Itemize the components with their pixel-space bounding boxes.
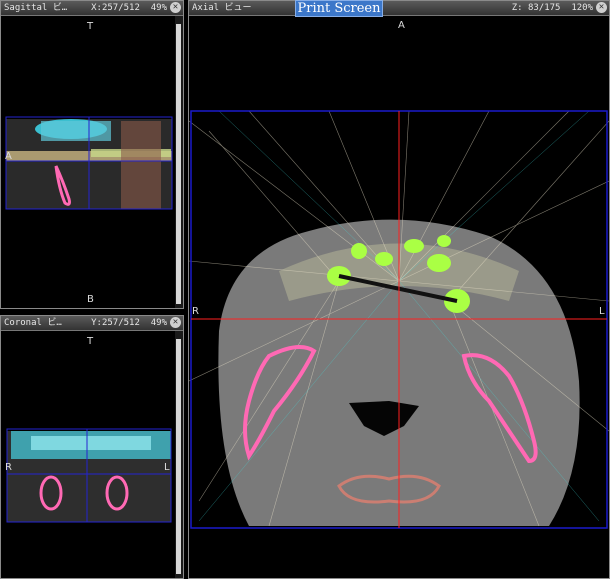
coronal-label-top: T bbox=[87, 336, 94, 347]
sagittal-label-top: T bbox=[87, 21, 94, 32]
coronal-image bbox=[6, 428, 172, 523]
sagittal-label-left: A bbox=[5, 151, 12, 162]
axial-view[interactable]: Axial ビュー Z: 83/175 120% ✕ A R L bbox=[188, 0, 610, 579]
coronal-view[interactable]: Coronal ビ… Y:257/512 49% ✕ T R L bbox=[0, 315, 184, 579]
axial-label-top: A bbox=[398, 20, 405, 31]
coronal-scroll-thumb[interactable] bbox=[176, 339, 181, 574]
print-screen-button[interactable]: Print Screen bbox=[295, 0, 383, 17]
axial-label-left: R bbox=[192, 306, 199, 317]
coronal-scrollbar[interactable] bbox=[175, 331, 183, 578]
coronal-label-right: L bbox=[164, 462, 170, 473]
sagittal-image bbox=[5, 116, 173, 210]
sagittal-view[interactable]: Sagittal ビ… X:257/512 49% ✕ T B A bbox=[0, 0, 184, 309]
sagittal-scroll-thumb[interactable] bbox=[176, 24, 181, 304]
sagittal-label-bottom: B bbox=[87, 294, 94, 305]
axial-label-right: L bbox=[599, 306, 605, 317]
coronal-label-left: R bbox=[5, 462, 12, 473]
axial-image bbox=[189, 110, 609, 529]
sagittal-scrollbar[interactable] bbox=[175, 16, 183, 308]
